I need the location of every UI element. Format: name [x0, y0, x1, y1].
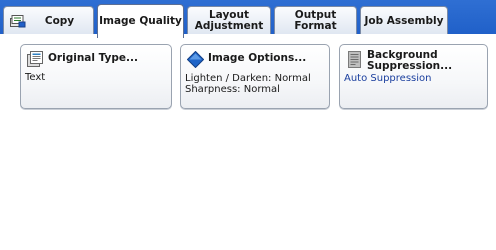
original-type-icon — [27, 51, 43, 67]
copy-icon — [10, 15, 26, 28]
original-type-button[interactable]: Original Type... Text — [20, 44, 172, 109]
tab-layout-label-line2: Adjustment — [194, 20, 264, 32]
background-suppression-icon — [348, 51, 361, 68]
diamond-icon — [187, 51, 204, 68]
image-options-title: Image Options... — [208, 52, 307, 64]
tab-bar: Copy Image Quality Layout Adjustment Out… — [0, 0, 496, 38]
tab-copy-label: Copy — [44, 14, 75, 27]
original-type-title: Original Type... — [48, 52, 138, 64]
tab-image-quality[interactable]: Image Quality — [97, 4, 184, 38]
background-suppression-title-line2: Suppression... — [367, 60, 453, 72]
tab-output-format-label: Output Format — [294, 9, 337, 32]
tab-copy[interactable]: Copy — [3, 6, 94, 35]
tab-job-assembly[interactable]: Job Assembly — [360, 6, 448, 35]
background-suppression-value: Auto Suppression — [344, 73, 432, 84]
tab-image-quality-label: Image Quality — [99, 15, 182, 27]
background-suppression-button[interactable]: Background Suppression... Auto Suppressi… — [339, 44, 488, 109]
tab-job-assembly-label: Job Assembly — [364, 14, 444, 27]
image-options-value-line1: Lighten / Darken: Normal — [185, 73, 311, 84]
tab-layout-adjustment[interactable]: Layout Adjustment — [187, 6, 271, 35]
tab-output-format[interactable]: Output Format — [274, 6, 357, 35]
image-options-value-line2: Sharpness: Normal — [185, 84, 280, 95]
original-type-value: Text — [25, 72, 46, 83]
image-options-button[interactable]: Image Options... Lighten / Darken: Norma… — [180, 44, 330, 109]
